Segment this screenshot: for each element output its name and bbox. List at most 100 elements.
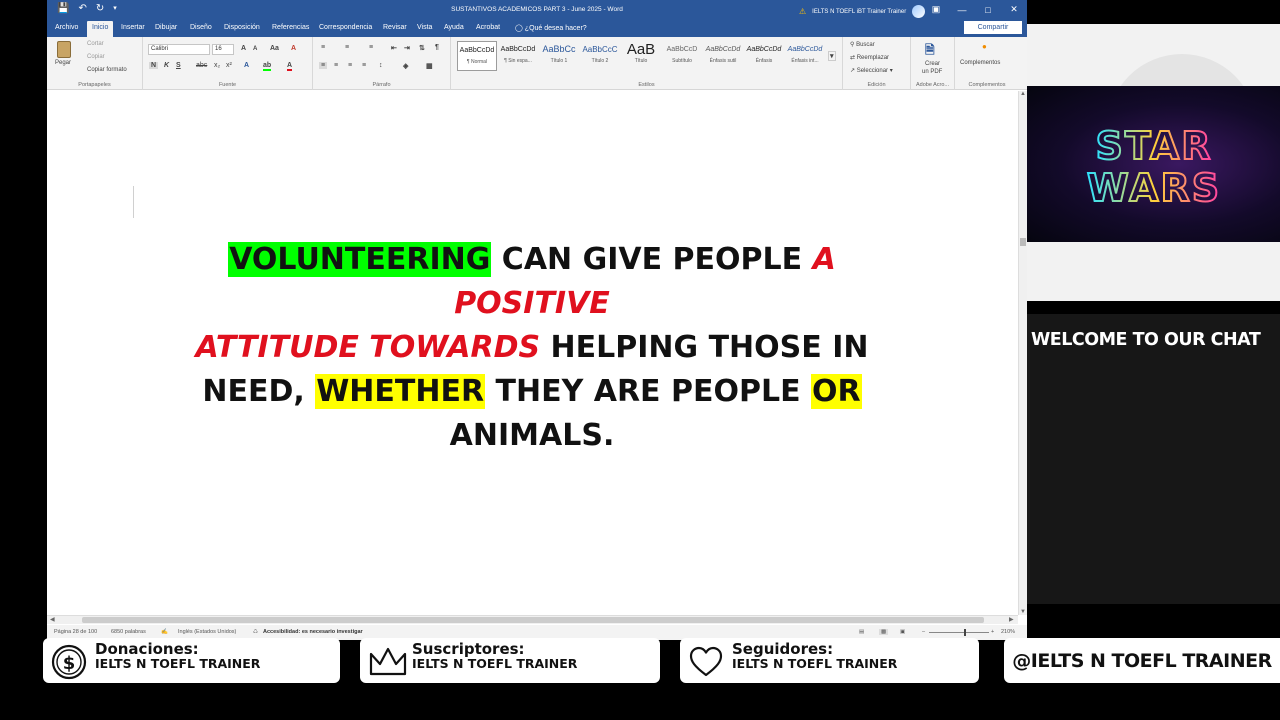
word-count[interactable]: 6850 palabras [111, 629, 146, 635]
addins-button[interactable]: Complementos [960, 60, 1000, 66]
change-case-icon[interactable]: Aa [270, 45, 279, 52]
style-heading-1[interactable]: AaBbCc Título 1 [539, 41, 579, 71]
tab-dibujar[interactable]: Dibujar [155, 24, 177, 31]
superscript-icon[interactable]: x² [226, 62, 232, 69]
replace-button[interactable]: ⇄ Reemplazar [850, 54, 889, 61]
tab-referencias[interactable]: Referencias [272, 24, 309, 31]
web-layout-icon[interactable]: ▣ [900, 629, 905, 635]
horizontal-scroll-thumb[interactable] [82, 617, 984, 623]
line-spacing-icon[interactable]: ↕ [379, 62, 383, 69]
underline-icon[interactable]: S [176, 62, 181, 69]
zoom-level[interactable]: 210% [1001, 629, 1015, 635]
font-name-box[interactable]: Calibri [148, 44, 210, 55]
tab-diseno[interactable]: Diseño [190, 24, 212, 31]
paste-icon[interactable] [57, 41, 71, 58]
select-icon: ↗ [850, 68, 856, 74]
style-heading-2[interactable]: AaBbCcC Título 2 [580, 41, 620, 71]
select-button[interactable]: ↗ Seleccionar ▾ [850, 67, 893, 74]
document-text[interactable]: VOLUNTEERING CAN GIVE PEOPLE A POSITIVE … [157, 238, 907, 458]
minimize-button[interactable]: — [949, 0, 975, 19]
font-size-box[interactable]: 16 [212, 44, 234, 55]
tab-vista[interactable]: Vista [417, 24, 432, 31]
style-subtitle[interactable]: AaBbCcD Subtítulo [662, 41, 702, 71]
zoom-out-icon[interactable]: – [922, 629, 925, 635]
tab-disposicion[interactable]: Disposición [224, 24, 260, 31]
style-title[interactable]: AaB Título [621, 41, 661, 71]
scroll-up-icon[interactable]: ▲ [1020, 91, 1026, 97]
numbering-icon[interactable]: ≡ [345, 44, 349, 51]
page-count[interactable]: Página 28 de 100 [54, 629, 97, 635]
close-button[interactable]: ✕ [1001, 0, 1027, 19]
language-indicator[interactable]: Inglés (Estados Unidos) [178, 629, 236, 635]
text-segment: HELPING THOSE IN [540, 330, 869, 365]
style-intense-emphasis[interactable]: AaBbCcDd Énfasis int... [785, 41, 825, 71]
zoom-in-icon[interactable]: + [991, 629, 994, 635]
bold-icon[interactable]: N [149, 62, 159, 69]
scroll-down-icon[interactable]: ▼ [1020, 609, 1026, 615]
decrease-indent-icon[interactable]: ⇤ [391, 44, 397, 52]
zoom-slider[interactable] [929, 629, 989, 636]
tab-acrobat[interactable]: Acrobat [476, 24, 500, 31]
clear-format-icon[interactable]: A [291, 45, 296, 52]
tab-archivo[interactable]: Archivo [55, 24, 78, 31]
italic-icon[interactable]: K [164, 62, 169, 69]
subscript-icon[interactable]: x₂ [214, 62, 220, 69]
copy-button[interactable]: Copiar [87, 54, 105, 60]
style-emphasis[interactable]: AaBbCcDd Énfasis [744, 41, 784, 71]
vertical-scrollbar[interactable]: ▲ ▼ [1018, 91, 1027, 615]
borders-icon[interactable]: ▦ [426, 62, 433, 70]
focus-mode-icon[interactable]: ▤ [859, 629, 864, 635]
bullets-icon[interactable]: ≡ [321, 44, 325, 51]
tab-correspondencia[interactable]: Correspondencia [319, 24, 372, 31]
tab-inicio[interactable]: Inicio [87, 21, 114, 37]
share-button[interactable]: Compartir [964, 21, 1022, 34]
create-pdf-line1[interactable]: Crear [925, 61, 940, 67]
style-normal[interactable]: AaBbCcDd ¶ Normal [457, 41, 497, 71]
highlight-color-icon[interactable]: ab [263, 62, 272, 71]
styles-more-icon[interactable]: ▾ [828, 51, 836, 61]
horizontal-scrollbar[interactable]: ◀ ▶ [47, 615, 1018, 624]
scroll-right-icon[interactable]: ▶ [1009, 616, 1014, 623]
create-pdf-line2[interactable]: un PDF [922, 69, 942, 75]
addins-icon[interactable]: ● [982, 42, 987, 51]
document-canvas[interactable]: VOLUNTEERING CAN GIVE PEOPLE A POSITIVE … [47, 91, 1018, 615]
align-right-icon[interactable]: ≡ [348, 62, 352, 69]
style-subtle-emphasis[interactable]: AaBbCcDd Énfasis sutil [703, 41, 743, 71]
ribbon-display-icon[interactable]: ▣ [923, 0, 949, 19]
text-effects-icon[interactable]: A [244, 62, 249, 69]
paste-button[interactable]: Pegar [55, 60, 71, 66]
tell-me-search[interactable]: ◯ ¿Qué desea hacer? [515, 24, 587, 32]
grow-font-icon[interactable]: A [241, 45, 246, 52]
increase-indent-icon[interactable]: ⇥ [404, 44, 410, 52]
sort-icon[interactable]: ⇅ [419, 44, 425, 52]
tab-insertar[interactable]: Insertar [121, 24, 145, 31]
zoom-slider-thumb[interactable] [964, 629, 966, 636]
print-layout-icon[interactable]: ▩ [879, 629, 889, 635]
format-painter-button[interactable]: Copiar formato [87, 67, 127, 73]
style-no-spacing[interactable]: AaBbCcDd ¶ Sin espa... [498, 41, 538, 71]
tab-ayuda[interactable]: Ayuda [444, 24, 464, 31]
styles-group: AaBbCcDd ¶ Normal AaBbCcDd ¶ Sin espa... A… [451, 37, 843, 90]
account-area[interactable]: ⚠ IELTS N TOEFL iBT Trainer Trainer [799, 5, 926, 18]
align-center-icon[interactable]: ≡ [334, 62, 338, 69]
find-button[interactable]: ⚲ Buscar [850, 41, 875, 48]
accessibility-status[interactable]: Accesibilidad: es necesario investigar [263, 629, 363, 635]
cut-button[interactable]: Cortar [87, 41, 104, 47]
shading-icon[interactable]: ◈ [403, 62, 408, 70]
tab-revisar[interactable]: Revisar [383, 24, 407, 31]
show-marks-icon[interactable]: ¶ [435, 44, 439, 51]
shrink-font-icon[interactable]: A [253, 46, 257, 52]
word-window: 💾 ↶ ↻ ▾ SUSTANTIVOS ACADEMICOS PART 3 - … [47, 0, 1027, 640]
maximize-button[interactable]: □ [975, 0, 1001, 19]
multilevel-list-icon[interactable]: ≡ [369, 44, 373, 51]
star-wars-logo: STAR WARS [1085, 123, 1219, 209]
proofing-icon[interactable]: ✍ [161, 629, 168, 635]
font-color-icon[interactable]: A [287, 62, 293, 71]
crown-icon [369, 647, 407, 676]
vertical-scroll-thumb[interactable] [1020, 238, 1026, 246]
pdf-icon[interactable]: 🗎 [925, 41, 935, 62]
scroll-left-icon[interactable]: ◀ [50, 616, 55, 623]
strikethrough-icon[interactable]: abc [196, 62, 207, 69]
justify-icon[interactable]: ≡ [362, 62, 366, 69]
align-left-icon[interactable]: ≡ [319, 62, 328, 69]
